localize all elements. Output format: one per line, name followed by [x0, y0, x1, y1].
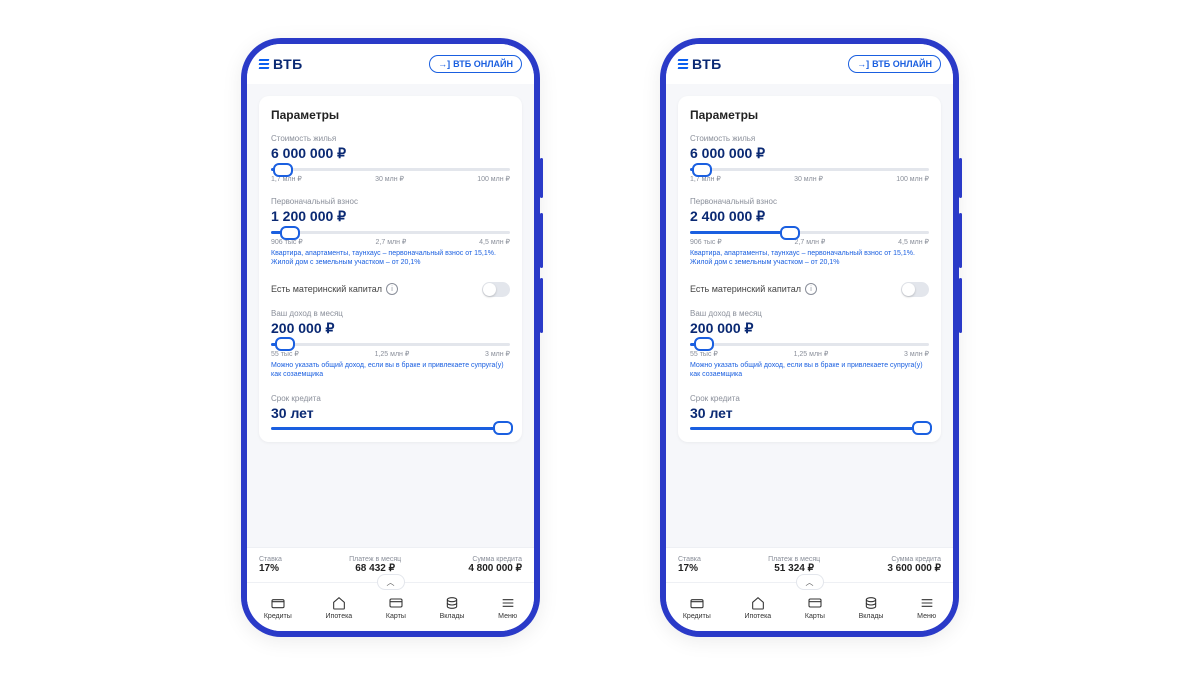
matcapital-label: Есть материнский капитал i [271, 283, 398, 295]
term-slider[interactable] [690, 427, 929, 430]
brand-logo: ВТБ [259, 56, 303, 72]
menu-icon [919, 595, 935, 611]
nav-cards[interactable]: Карты [386, 595, 406, 620]
home-icon [331, 595, 347, 611]
term-value: 30 лет [271, 405, 510, 421]
card-title: Параметры [271, 108, 510, 122]
expand-icon[interactable]: ︿ [796, 574, 824, 590]
nav-menu[interactable]: Меню [498, 595, 517, 620]
monthly-value: 68 432 ₽ [355, 563, 395, 574]
info-icon[interactable]: i [386, 283, 398, 295]
downpayment-value: 1 200 000 ₽ [271, 208, 510, 225]
info-icon[interactable]: i [805, 283, 817, 295]
vtb-online-button[interactable]: →] ВТБ ОНЛАЙН [429, 55, 522, 73]
amount-value: 3 600 000 ₽ [887, 563, 941, 574]
top-bar: ВТБ →] ВТБ ОНЛАЙН [247, 44, 534, 84]
nav-deposits[interactable]: Вклады [440, 595, 465, 620]
rate-value: 17% [259, 563, 282, 574]
login-icon: →] [857, 59, 869, 69]
card-icon [388, 595, 404, 611]
income-label: Ваш доход в месяц [271, 309, 510, 318]
income-slider[interactable] [690, 343, 929, 346]
matcapital-toggle[interactable] [901, 282, 929, 297]
income-hint: Можно указать общий доход, если вы в бра… [271, 361, 510, 380]
monthly-value: 51 324 ₽ [774, 563, 814, 574]
downpayment-param: Первоначальный взнос 1 200 000 ₽ 906 тыс… [271, 197, 510, 268]
top-bar: ВТБ →] ВТБ ОНЛАЙН [666, 44, 953, 84]
rate-value: 17% [678, 563, 701, 574]
login-icon: →] [438, 59, 450, 69]
term-label: Срок кредита [271, 394, 510, 403]
income-param: Ваш доход в месяц 200 000 ₽ 55 тыс ₽ 1,2… [271, 309, 510, 380]
nav-cards[interactable]: Карты [805, 595, 825, 620]
price-value: 6 000 000 ₽ [271, 145, 510, 162]
phone-left: ВТБ →] ВТБ ОНЛАЙН Параметры Стоимость жи… [241, 38, 540, 637]
rate-label: Ставка [259, 556, 282, 563]
price-param: Стоимость жилья 6 000 000 ₽ 1,7 млн ₽ 30… [690, 134, 929, 183]
bottom-nav: ︿ Кредиты Ипотека Карты Вклады [666, 582, 953, 631]
phone-right: ВТБ →] ВТБ ОНЛАЙН Параметры Стоимость жи… [660, 38, 959, 637]
brand-text: ВТБ [273, 56, 303, 72]
downpayment-slider[interactable] [271, 231, 510, 234]
menu-icon [500, 595, 516, 611]
expand-icon[interactable]: ︿ [377, 574, 405, 590]
online-label: ВТБ ОНЛАЙН [872, 59, 932, 69]
card-title: Параметры [690, 108, 929, 122]
nav-credits[interactable]: Кредиты [264, 595, 292, 620]
income-value: 200 000 ₽ [271, 320, 510, 337]
downpayment-label: Первоначальный взнос [271, 197, 510, 206]
price-label: Стоимость жилья [271, 134, 510, 143]
amount-value: 4 800 000 ₽ [468, 563, 522, 574]
nav-credits[interactable]: Кредиты [683, 595, 711, 620]
online-label: ВТБ ОНЛАЙН [453, 59, 513, 69]
matcapital-toggle[interactable] [482, 282, 510, 297]
downpayment-param: Первоначальный взнос 2 400 000 ₽ 906 тыс… [690, 197, 929, 268]
bottom-nav: ︿ Кредиты Ипотека Карты Вклады [247, 582, 534, 631]
price-slider[interactable] [690, 168, 929, 171]
monthly-label: Платеж в месяц [349, 556, 401, 563]
logo-icon [678, 59, 688, 69]
vtb-online-button[interactable]: →] ВТБ ОНЛАЙН [848, 55, 941, 73]
brand-text: ВТБ [692, 56, 722, 72]
price-slider[interactable] [271, 168, 510, 171]
income-param: Ваш доход в месяц 200 000 ₽ 55 тыс ₽ 1,2… [690, 309, 929, 380]
params-card: Параметры Стоимость жилья 6 000 000 ₽ 1,… [678, 96, 941, 442]
income-slider[interactable] [271, 343, 510, 346]
params-card: Параметры Стоимость жилья 6 000 000 ₽ 1,… [259, 96, 522, 442]
card-icon [807, 595, 823, 611]
wallet-icon [689, 595, 705, 611]
nav-mortgage[interactable]: Ипотека [326, 595, 353, 620]
downpayment-hint: Квартира, апартаменты, таунхаус – первон… [271, 249, 510, 268]
term-slider[interactable] [271, 427, 510, 430]
nav-deposits[interactable]: Вклады [859, 595, 884, 620]
amount-label: Сумма кредита [472, 556, 522, 563]
coins-icon [444, 595, 460, 611]
matcapital-label: Есть материнский капитал i [690, 283, 817, 295]
coins-icon [863, 595, 879, 611]
nav-mortgage[interactable]: Ипотека [745, 595, 772, 620]
logo-icon [259, 59, 269, 69]
wallet-icon [270, 595, 286, 611]
term-param: Срок кредита 30 лет [690, 394, 929, 430]
downpayment-slider[interactable] [690, 231, 929, 234]
term-param: Срок кредита 30 лет [271, 394, 510, 430]
home-icon [750, 595, 766, 611]
price-param: Стоимость жилья 6 000 000 ₽ 1,7 млн ₽ 30… [271, 134, 510, 183]
nav-menu[interactable]: Меню [917, 595, 936, 620]
brand-logo: ВТБ [678, 56, 722, 72]
